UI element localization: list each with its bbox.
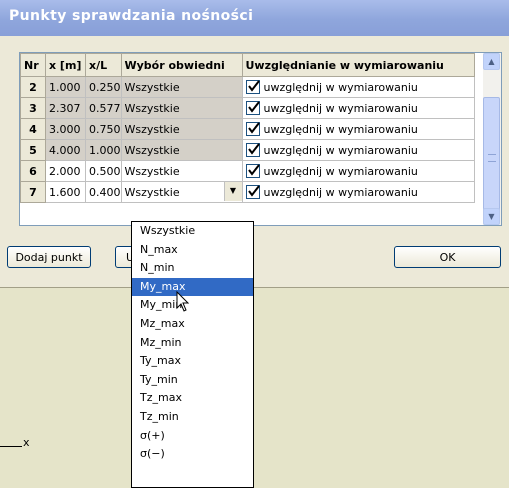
cell-x[interactable]: 2.000 xyxy=(45,160,86,182)
dropdown-option[interactable]: N_min xyxy=(132,259,253,278)
row-number: 6 xyxy=(20,160,46,182)
cell-include[interactable]: uwzględnij w wymiarowaniu xyxy=(241,181,475,203)
cell-include[interactable]: uwzględnij w wymiarowaniu xyxy=(241,118,475,140)
col-header-nr[interactable]: Nr xyxy=(20,53,46,77)
include-label: uwzględnij w wymiarowaniu xyxy=(263,123,418,136)
dropdown-option[interactable]: Ty_min xyxy=(132,371,253,390)
col-header-include[interactable]: Uwzględnianie w wymiarowaniu xyxy=(241,53,475,77)
check-icon[interactable] xyxy=(245,143,260,157)
cell-xl[interactable]: 0.250 xyxy=(85,76,122,98)
cell-envelope[interactable]: Wszystkie xyxy=(120,76,243,98)
dropdown-option[interactable]: Mz_max xyxy=(132,315,253,334)
cell-x[interactable]: 2.307 xyxy=(45,97,86,119)
check-icon[interactable] xyxy=(245,80,260,94)
header-row: Nr x [m] x/L Wybór obwiedni Uwzględniani… xyxy=(20,53,475,77)
table-row[interactable]: 7 1.600 0.400 Wszystkie ▼ uwzględnij w wy… xyxy=(20,181,475,203)
dropdown-option[interactable]: σ(+) xyxy=(132,427,253,446)
include-label: uwzględnij w wymiarowaniu xyxy=(263,102,418,115)
cell-include[interactable]: uwzględnij w wymiarowaniu xyxy=(241,139,475,161)
scrollbar-thumb[interactable] xyxy=(483,97,500,214)
dropdown-option[interactable]: Ty_max xyxy=(132,352,253,371)
cell-x[interactable]: 3.000 xyxy=(45,118,86,140)
workspace-canvas[interactable] xyxy=(0,288,509,488)
check-icon[interactable] xyxy=(245,185,260,199)
dropdown-option[interactable]: Mz_min xyxy=(132,334,253,353)
cell-include[interactable]: uwzględnij w wymiarowaniu xyxy=(241,76,475,98)
cell-x[interactable]: 1.600 xyxy=(45,181,86,203)
row-number: 4 xyxy=(20,118,46,140)
grip-icon xyxy=(488,154,496,162)
title-bar[interactable]: Punkty sprawdzania nośności xyxy=(0,0,509,36)
col-header-xl[interactable]: x/L xyxy=(85,53,122,77)
vertical-scrollbar[interactable]: ▲ ▼ xyxy=(483,53,501,225)
cell-envelope[interactable]: Wszystkie xyxy=(120,139,243,161)
table-row[interactable]: 5 4.000 1.000 Wszystkie uwzględnij w wym… xyxy=(20,139,475,161)
dropdown-option[interactable]: My_min xyxy=(132,296,253,315)
table-row[interactable]: 6 2.000 0.500 Wszystkie uwzględnij w wym… xyxy=(20,160,475,182)
cell-xl[interactable]: 0.750 xyxy=(85,118,122,140)
x-axis-label: x xyxy=(23,436,30,449)
check-icon[interactable] xyxy=(245,101,260,115)
cell-xl[interactable]: 0.500 xyxy=(85,160,122,182)
envelope-dropdown-list[interactable]: Wszystkie N_max N_min My_max My_min Mz_m… xyxy=(131,221,254,488)
mouse-cursor-icon xyxy=(176,291,190,312)
col-header-envelope[interactable]: Wybór obwiedni xyxy=(120,53,243,77)
dialog-window: Punkty sprawdzania nośności Nr x [m] x/L… xyxy=(0,0,509,288)
table-row[interactable]: 2 1.000 0.250 Wszystkie uwzględnij w wym… xyxy=(20,76,475,98)
points-table: Nr x [m] x/L Wybór obwiedni Uwzględniani… xyxy=(20,53,475,203)
row-number: 5 xyxy=(20,139,46,161)
cell-envelope-combo[interactable]: Wszystkie ▼ xyxy=(120,181,243,203)
add-point-button[interactable]: Dodaj punkt xyxy=(7,246,91,268)
dropdown-option[interactable]: σ(−) xyxy=(132,445,253,464)
table-row[interactable]: 3 2.307 0.577 Wszystkie uwzględnij w wym… xyxy=(20,97,475,119)
points-grid: Nr x [m] x/L Wybór obwiedni Uwzględniani… xyxy=(19,52,502,226)
table-row[interactable]: 4 3.000 0.750 Wszystkie uwzględnij w wym… xyxy=(20,118,475,140)
cell-envelope[interactable]: Wszystkie xyxy=(120,160,243,182)
cell-include[interactable]: uwzględnij w wymiarowaniu xyxy=(241,160,475,182)
dropdown-option-highlighted[interactable]: My_max xyxy=(132,277,253,297)
cell-xl[interactable]: 0.577 xyxy=(85,97,122,119)
scroll-up-icon[interactable]: ▲ xyxy=(483,53,500,70)
cell-xl[interactable]: 0.400 xyxy=(85,181,122,203)
chevron-down-icon[interactable]: ▼ xyxy=(223,182,241,201)
cell-envelope[interactable]: Wszystkie xyxy=(120,97,243,119)
combo-value: Wszystkie xyxy=(124,185,180,199)
dropdown-option[interactable]: N_max xyxy=(132,241,253,260)
x-axis-line xyxy=(0,446,22,447)
scroll-down-icon[interactable]: ▼ xyxy=(483,208,500,225)
dropdown-option[interactable]: Tz_min xyxy=(132,408,253,427)
window-title: Punkty sprawdzania nośności xyxy=(9,8,254,24)
row-number: 3 xyxy=(20,97,46,119)
include-label: uwzględnij w wymiarowaniu xyxy=(263,144,418,157)
include-label: uwzględnij w wymiarowaniu xyxy=(263,165,418,178)
cell-include[interactable]: uwzględnij w wymiarowaniu xyxy=(241,97,475,119)
cell-x[interactable]: 4.000 xyxy=(45,139,86,161)
cell-envelope[interactable]: Wszystkie xyxy=(120,118,243,140)
check-icon[interactable] xyxy=(245,164,260,178)
include-label: uwzględnij w wymiarowaniu xyxy=(263,81,418,94)
dropdown-option[interactable]: Wszystkie xyxy=(132,222,253,241)
cell-xl[interactable]: 1.000 xyxy=(85,139,122,161)
col-header-x[interactable]: x [m] xyxy=(45,53,86,77)
dropdown-option[interactable]: Tz_max xyxy=(132,389,253,408)
check-icon[interactable] xyxy=(245,122,260,136)
include-label: uwzględnij w wymiarowaniu xyxy=(263,186,418,199)
cell-x[interactable]: 1.000 xyxy=(45,76,86,98)
row-number: 7 xyxy=(20,181,46,203)
row-number: 2 xyxy=(20,76,46,98)
ok-button[interactable]: OK xyxy=(394,246,501,268)
